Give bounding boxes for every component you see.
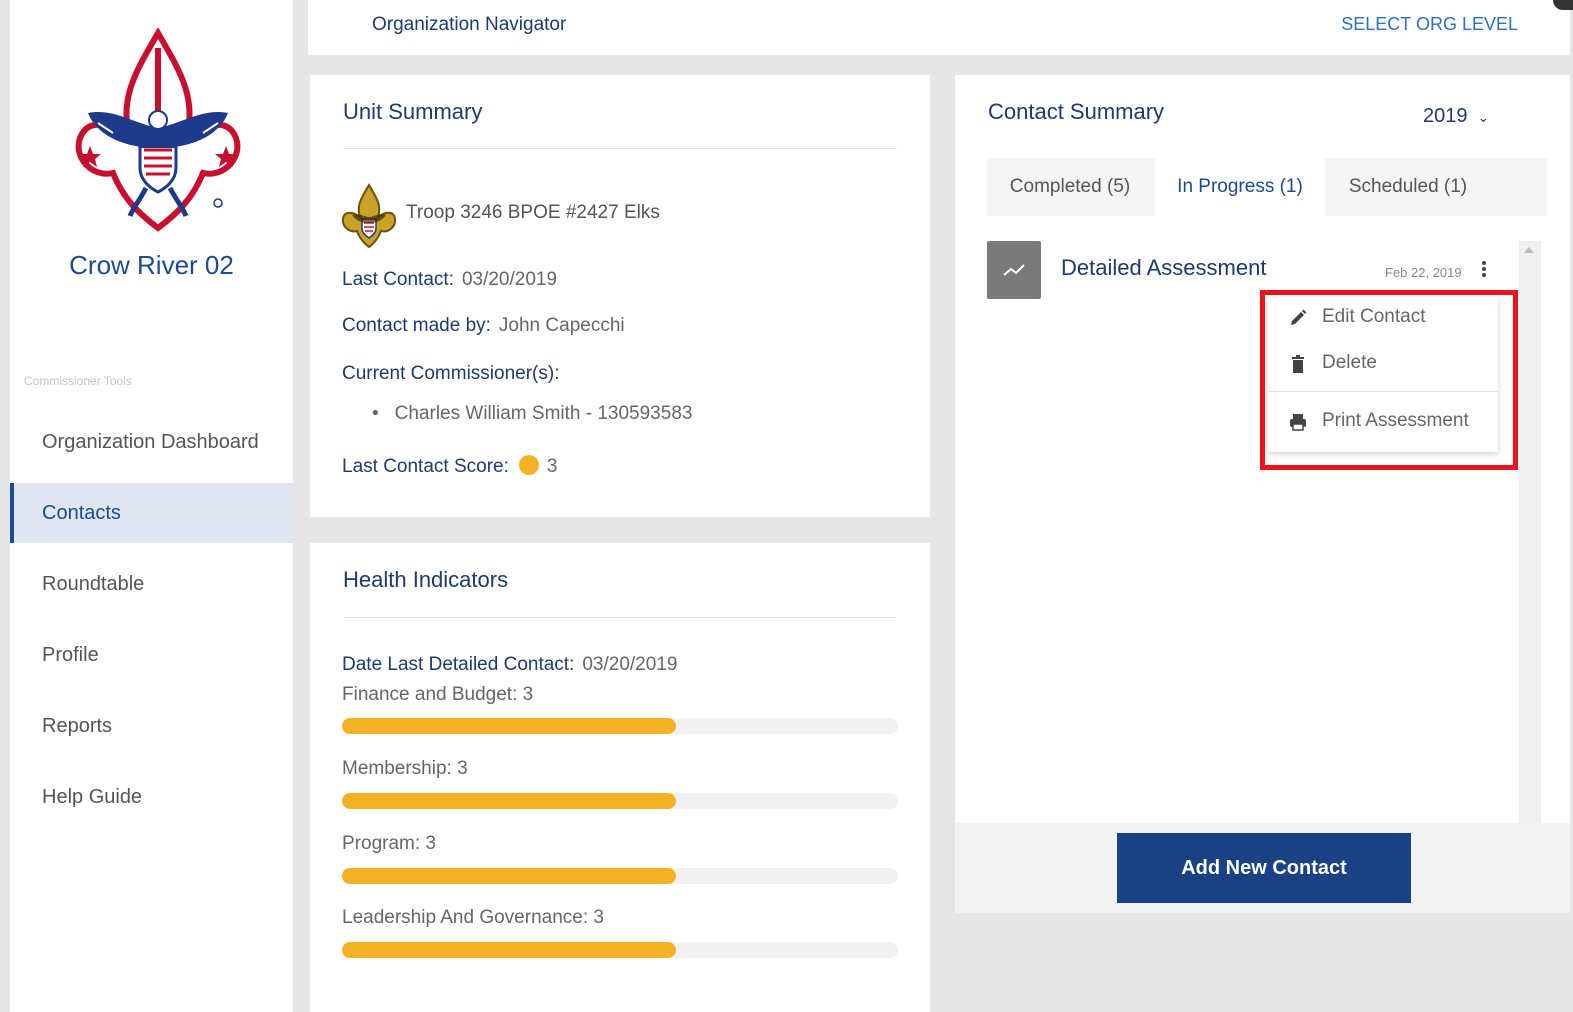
sidebar-item-contacts[interactable]: Contacts <box>10 483 293 543</box>
commissioner-tools-label: Commissioner Tools <box>24 374 132 388</box>
troop-emblem-icon <box>341 183 397 249</box>
date-last-detailed-value: 03/20/2019 <box>582 654 678 675</box>
score-indicator-dot <box>518 455 539 475</box>
last-contact-row: Last Contact: 03/20/2019 <box>342 269 557 291</box>
membership-label: Membership: 3 <box>342 758 468 779</box>
last-contact-label: Last Contact: <box>342 269 454 290</box>
org-navigator-bar: Organization Navigator SELECT ORG LEVEL <box>308 0 1570 55</box>
contact-entry-title[interactable]: Detailed Assessment <box>1061 255 1266 281</box>
sidebar-item-reports[interactable]: Reports <box>10 696 293 756</box>
divider <box>343 617 897 618</box>
contact-made-by-value: John Capecchi <box>498 315 625 336</box>
current-commissioners-label: Current Commissioner(s): <box>342 363 560 384</box>
sidebar-nav: Organization Dashboard Contacts Roundtab… <box>10 412 293 838</box>
program-label: Program: 3 <box>342 833 436 854</box>
add-new-contact-button[interactable]: Add New Contact <box>1117 833 1411 903</box>
tab-in-progress[interactable]: In Progress (1) <box>1155 158 1325 216</box>
highlight-box <box>1260 290 1518 470</box>
last-contact-score-label: Last Contact Score: <box>342 456 509 477</box>
unit-summary-title: Unit Summary <box>343 99 483 124</box>
membership-bar-fill <box>342 793 676 809</box>
tab-scheduled[interactable]: Scheduled (1) <box>1327 158 1489 216</box>
finance-budget-bar-fill <box>342 718 676 734</box>
contact-made-by-row: Contact made by: John Capecchi <box>342 315 625 337</box>
contact-tabs: Completed (5) In Progress (1) Scheduled … <box>987 158 1547 216</box>
scroll-up-arrow-icon[interactable] <box>1524 247 1534 253</box>
divider <box>343 148 897 149</box>
bsa-fleur-de-lis-logo <box>75 28 241 232</box>
current-commissioners-row: Current Commissioner(s): <box>342 363 559 385</box>
year-select-value: 2019 <box>1423 105 1468 127</box>
org-navigator-title: Organization Navigator <box>372 14 567 35</box>
leadership-governance-label: Leadership And Governance: 3 <box>342 907 604 928</box>
contact-made-by-label: Contact made by: <box>342 315 491 336</box>
chevron-down-icon: ⌄ <box>1477 109 1490 125</box>
sidebar-item-profile[interactable]: Profile <box>10 625 293 685</box>
contact-summary-footer: Add New Contact <box>955 823 1570 913</box>
contact-summary-card: Contact Summary 2019 ⌄ Completed (5) In P… <box>955 75 1570 913</box>
finance-budget-label: Finance and Budget: 3 <box>342 684 534 705</box>
leadership-governance-bar <box>342 942 898 958</box>
date-last-detailed-row: Date Last Detailed Contact: 03/20/2019 <box>342 654 677 676</box>
sidebar-item-roundtable[interactable]: Roundtable <box>10 554 293 614</box>
sidebar-item-help-guide[interactable]: Help Guide <box>10 767 293 827</box>
date-last-detailed-label: Date Last Detailed Contact: <box>342 654 575 675</box>
finance-budget-bar <box>342 718 898 734</box>
contact-entry-date: Feb 22, 2019 <box>1385 265 1462 280</box>
membership-bar <box>342 793 898 809</box>
select-org-level-link[interactable]: SELECT ORG LEVEL <box>1341 14 1518 35</box>
more-options-icon[interactable] <box>1475 259 1493 283</box>
sidebar: Crow River 02 Commissioner Tools Organiz… <box>10 0 293 1012</box>
last-contact-value: 03/20/2019 <box>461 269 558 290</box>
assessment-chart-icon <box>987 241 1041 299</box>
troop-name: Troop 3246 BPOE #2427 Elks <box>406 202 660 223</box>
last-contact-score-row: Last Contact Score: 3 <box>342 455 557 478</box>
unit-summary-card: Unit Summary Troop 3246 BPOE #2427 Elks … <box>310 75 930 517</box>
leadership-governance-bar-fill <box>342 942 676 958</box>
program-bar <box>342 868 898 884</box>
sidebar-item-organization-dashboard[interactable]: Organization Dashboard <box>10 412 293 472</box>
council-name: Crow River 02 <box>69 250 234 280</box>
commissioner-list-item: Charles William Smith - 130593583 <box>372 403 693 425</box>
health-indicators-card: Health Indicators Date Last Detailed Con… <box>310 543 930 1012</box>
scrollbar[interactable] <box>1519 241 1541 823</box>
program-bar-fill <box>342 868 676 884</box>
tab-completed[interactable]: Completed (5) <box>987 158 1153 216</box>
year-select[interactable]: 2019 ⌄ <box>1423 105 1489 128</box>
last-contact-score-value: 3 <box>546 456 558 477</box>
contact-summary-title: Contact Summary <box>988 99 1165 124</box>
health-indicators-title: Health Indicators <box>343 567 509 592</box>
